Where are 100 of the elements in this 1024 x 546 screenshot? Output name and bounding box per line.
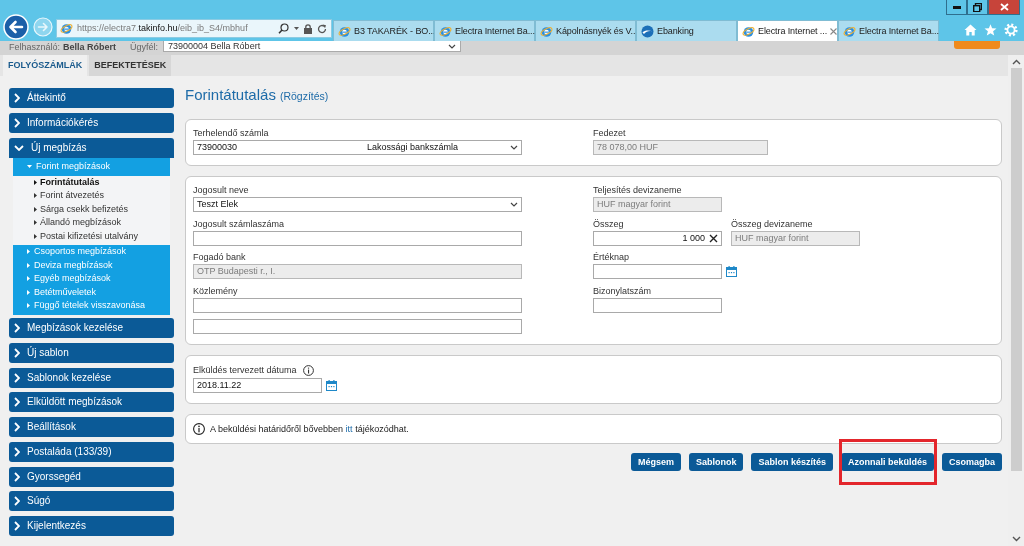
close-icon[interactable]: [830, 27, 838, 35]
browser-tab[interactable]: B3 TAKARÉK - BO...: [333, 20, 434, 41]
user-name: Bella Róbert: [63, 41, 117, 53]
caret-right-icon: [27, 276, 30, 282]
calendar-icon[interactable]: [326, 380, 337, 391]
sidebar-item[interactable]: Új megbízás: [9, 137, 174, 158]
site-icon: [641, 24, 654, 38]
caret-right-icon: [34, 179, 37, 185]
field-label: Bizonylatszám: [593, 284, 652, 297]
menu-link[interactable]: Forint átvezetés: [13, 189, 170, 203]
lock-icon: [304, 23, 312, 34]
page-icon: [338, 24, 351, 38]
close-icon: [999, 3, 1009, 11]
date-field[interactable]: 2018.11.22: [193, 378, 322, 393]
text-field[interactable]: [193, 297, 522, 313]
section-tab[interactable]: FOLYÓSZÁMLÁK: [3, 55, 88, 76]
calendar-icon[interactable]: [726, 266, 737, 277]
home-icon[interactable]: [964, 23, 977, 36]
client-select[interactable]: 73900004 Bella Róbert: [163, 41, 462, 52]
select-caret-icon: [510, 202, 518, 207]
chevron-right-icon: [14, 397, 20, 408]
browser-tab[interactable]: Electra Internet Ba...: [434, 20, 535, 41]
browser-tab[interactable]: Electra Internet ...: [737, 20, 838, 41]
page-subtitle: (Rögzítés): [279, 90, 329, 103]
readonly-field: HUF magyar forint: [593, 197, 722, 212]
caret-right-icon: [34, 220, 37, 226]
address-bar[interactable]: https://electra7.takinfo.hu/eib_ib_S4/mbhuf: [56, 19, 332, 38]
readonly-field: OTP Budapesti r., I.: [193, 264, 522, 279]
sidebar-item[interactable]: Megbízások kezelése: [9, 318, 174, 338]
text-field[interactable]: [193, 319, 522, 334]
chevron-right-icon: [14, 93, 20, 103]
sidebar-item[interactable]: Sablonok kezelése: [9, 367, 174, 388]
select-field[interactable]: Teszt Elek: [193, 197, 522, 212]
caret-right-icon: [27, 249, 30, 255]
sidebar-item[interactable]: Beállítások: [9, 417, 174, 437]
page-icon: [742, 24, 755, 38]
chevron-right-icon: [14, 117, 20, 128]
minimize-button[interactable]: [946, 0, 967, 15]
search-icon[interactable]: [278, 23, 289, 34]
sidebar-item[interactable]: Információkérés: [9, 112, 174, 133]
browser-tab[interactable]: Electra Internet Ba...: [838, 20, 939, 41]
restore-button[interactable]: [967, 0, 988, 15]
caret-down-icon[interactable]: [294, 27, 299, 30]
menu-link[interactable]: Sárga csekk befizetés: [13, 202, 170, 216]
action-button[interactable]: Sablon készítés: [751, 453, 833, 471]
field-label: Terhelendő számla: [193, 127, 269, 139]
page-icon: [439, 24, 452, 38]
sidebar-item[interactable]: Kijelentkezés: [9, 516, 174, 536]
page-icon: [540, 24, 553, 38]
amount-field[interactable]: 1 000: [593, 230, 722, 246]
field-label: Fedezet: [593, 127, 626, 139]
notice-text: A beküldési határidőről bővebben itt tájékozódhat.: [210, 423, 409, 435]
text-field[interactable]: [193, 230, 522, 246]
select-caret-icon: [448, 43, 457, 49]
select-field[interactable]: 73900030 Lakossági bankszámla: [193, 140, 522, 155]
menu-link[interactable]: Postai kifizetési utalvány: [13, 229, 170, 243]
field-label: Elküldés tervezett dátuma: [193, 364, 297, 376]
info-icon[interactable]: [302, 364, 314, 376]
close-button[interactable]: [988, 0, 1020, 15]
page-icon: [60, 22, 73, 35]
chevron-down-icon[interactable]: [1011, 536, 1021, 542]
refresh-icon[interactable]: [317, 23, 327, 34]
clear-icon[interactable]: [709, 233, 718, 243]
action-button[interactable]: Azonnali beküldés: [840, 453, 934, 471]
client-label: Ügyfél:: [130, 41, 159, 53]
chevron-right-icon: [14, 471, 20, 482]
caret-right-icon: [34, 206, 37, 212]
sidebar-item[interactable]: Áttekintő: [9, 88, 174, 108]
readonly-field: 78 078,00 HUF: [593, 140, 768, 155]
chevron-up-icon[interactable]: [1011, 59, 1021, 65]
sidebar-item[interactable]: Súgó: [9, 491, 174, 512]
text-field[interactable]: [593, 297, 722, 313]
star-icon[interactable]: [984, 23, 997, 36]
sidebar-item[interactable]: Új sablon: [9, 342, 174, 363]
browser-tab[interactable]: Ebanking: [636, 20, 737, 41]
back-icon[interactable]: [3, 14, 29, 40]
user-label: Felhasználó:: [9, 41, 61, 53]
action-button[interactable]: Sablonok: [688, 453, 744, 471]
field-label: Közlemény: [193, 284, 238, 297]
chevron-down-icon: [14, 144, 24, 151]
field-label: Fogadó bank: [193, 251, 246, 263]
date-field[interactable]: [593, 264, 722, 279]
menu-link[interactable]: Állandó megbízások: [13, 216, 170, 230]
sidebar-item[interactable]: Postaláda (133/39): [9, 441, 174, 462]
action-button[interactable]: Csomagba: [942, 453, 1002, 471]
section-tab[interactable]: BEFEKTETÉSEK: [89, 55, 172, 76]
scrollbar-thumb[interactable]: [1010, 68, 1022, 471]
info-link[interactable]: itt: [345, 423, 353, 434]
caret-right-icon: [27, 303, 30, 309]
chevron-right-icon: [14, 446, 20, 457]
field-label: Összeg devizaneme: [731, 217, 813, 230]
sidebar-item[interactable]: Gyorssegéd: [9, 466, 174, 487]
field-label: Értéknap: [593, 251, 630, 263]
sidebar-item[interactable]: Elküldött megbízások: [9, 392, 174, 413]
action-button[interactable]: Mégsem: [630, 453, 681, 471]
menu-link[interactable]: Forintátutalás: [13, 175, 170, 189]
chevron-right-icon: [14, 372, 20, 383]
page-title: Forintátutalás: [185, 86, 276, 104]
settings-icon[interactable]: [1004, 22, 1018, 37]
minimize-icon: [952, 5, 961, 9]
